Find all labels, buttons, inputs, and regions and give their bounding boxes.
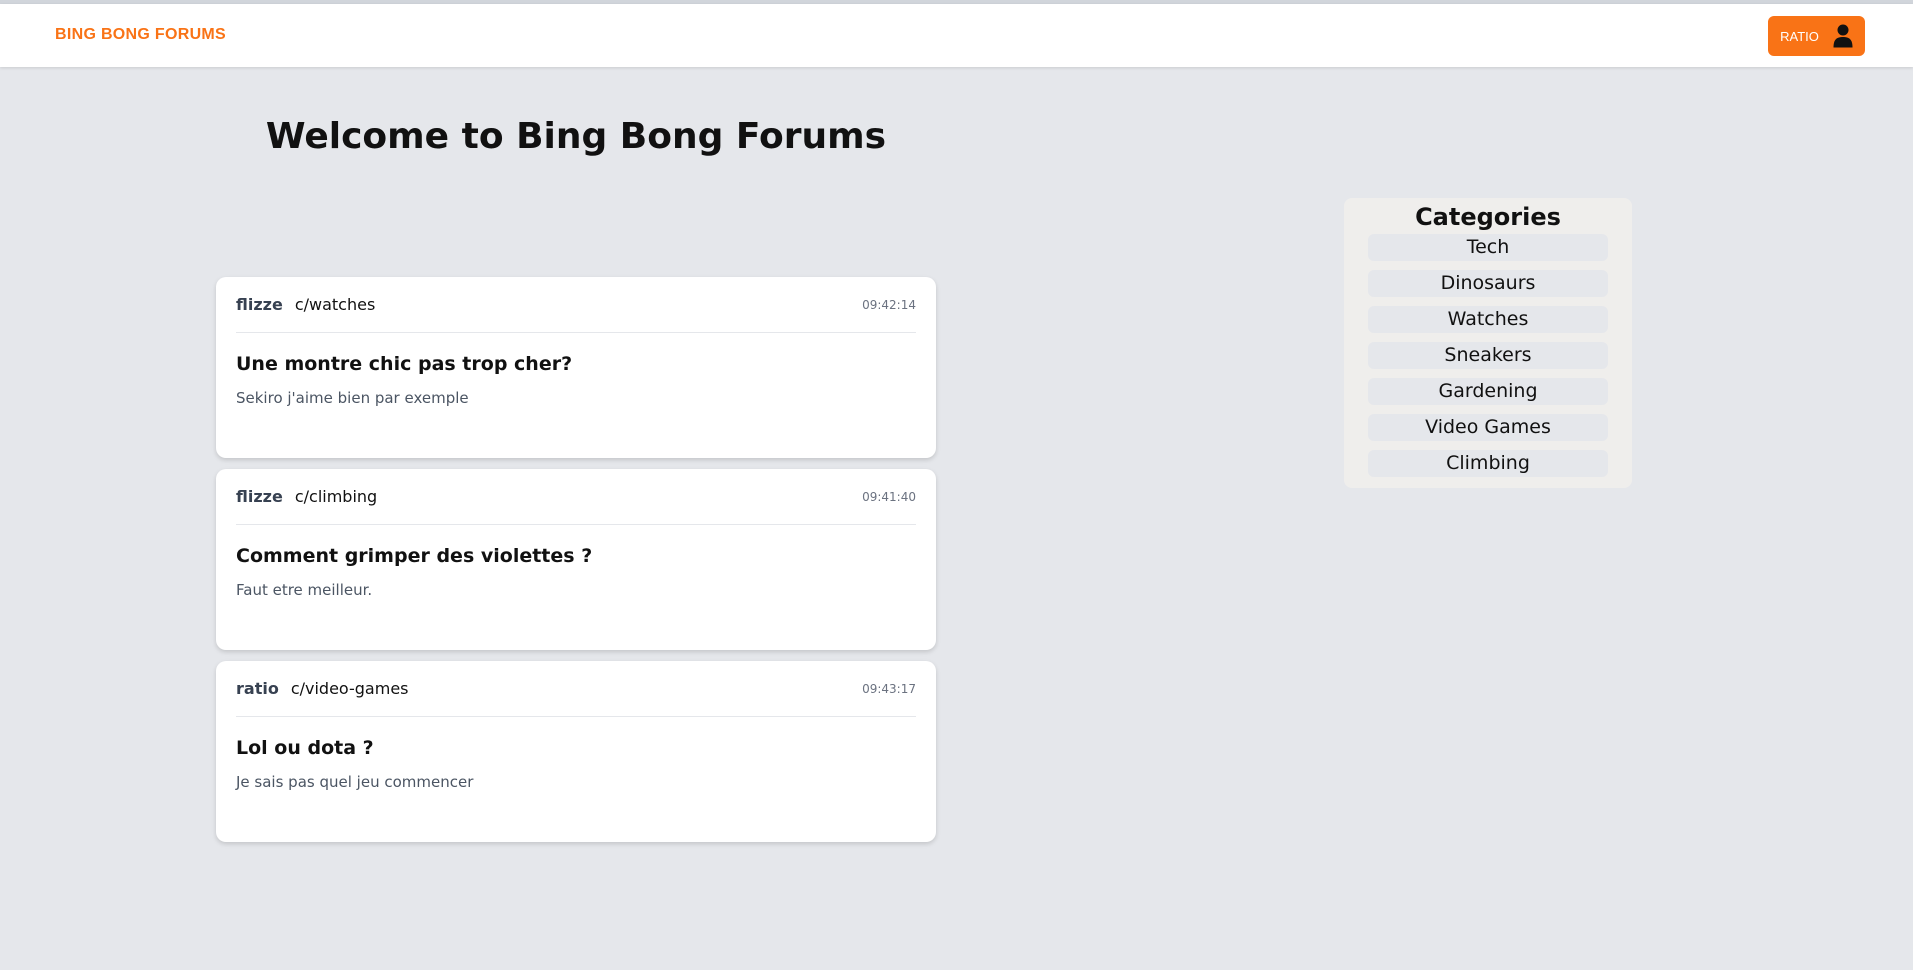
category-item-tech[interactable]: Tech <box>1368 234 1608 261</box>
navbar: BING BONG FORUMS RATIO <box>0 4 1913 67</box>
post-category[interactable]: c/video-games <box>291 679 409 698</box>
post-timestamp: 09:43:17 <box>862 681 916 696</box>
category-item-watches[interactable]: Watches <box>1368 306 1608 333</box>
post-card[interactable]: flizze c/climbing 09:41:40 Comment grimp… <box>216 469 936 650</box>
category-item-sneakers[interactable]: Sneakers <box>1368 342 1608 369</box>
page-title: Welcome to Bing Bong Forums <box>265 116 887 157</box>
post-header: flizze c/climbing 09:41:40 <box>236 469 916 525</box>
user-menu-button[interactable]: RATIO <box>1768 16 1865 56</box>
category-list: Tech Dinosaurs Watches Sneakers Gardenin… <box>1344 234 1632 477</box>
post-timestamp: 09:41:40 <box>862 489 916 504</box>
post-header: ratio c/video-games 09:43:17 <box>236 661 916 717</box>
category-item-video-games[interactable]: Video Games <box>1368 414 1608 441</box>
user-icon <box>1833 24 1853 48</box>
post-category[interactable]: c/climbing <box>295 487 377 506</box>
post-body: Je sais pas quel jeu commencer <box>236 773 474 791</box>
category-item-climbing[interactable]: Climbing <box>1368 450 1608 477</box>
post-card[interactable]: ratio c/video-games 09:43:17 Lol ou dota… <box>216 661 936 842</box>
post-title[interactable]: Comment grimper des violettes ? <box>236 545 916 567</box>
post-body: Sekiro j'aime bien par exemple <box>236 389 469 407</box>
category-item-gardening[interactable]: Gardening <box>1368 378 1608 405</box>
brand-link[interactable]: BING BONG FORUMS <box>55 26 226 44</box>
category-item-dinosaurs[interactable]: Dinosaurs <box>1368 270 1608 297</box>
post-body: Faut etre meilleur. <box>236 581 373 599</box>
post-author[interactable]: ratio <box>236 679 279 698</box>
post-header: flizze c/watches 09:42:14 <box>236 277 916 333</box>
post-title[interactable]: Lol ou dota ? <box>236 737 916 759</box>
user-button-label: RATIO <box>1780 28 1819 44</box>
post-author[interactable]: flizze <box>236 295 283 314</box>
post-list: flizze c/watches 09:42:14 Une montre chi… <box>216 277 936 853</box>
post-title[interactable]: Une montre chic pas trop cher? <box>236 353 916 375</box>
post-card[interactable]: flizze c/watches 09:42:14 Une montre chi… <box>216 277 936 458</box>
categories-panel: Categories Tech Dinosaurs Watches Sneake… <box>1344 198 1632 488</box>
post-category[interactable]: c/watches <box>295 295 375 314</box>
post-author[interactable]: flizze <box>236 487 283 506</box>
post-timestamp: 09:42:14 <box>862 297 916 312</box>
categories-title: Categories <box>1415 203 1561 231</box>
